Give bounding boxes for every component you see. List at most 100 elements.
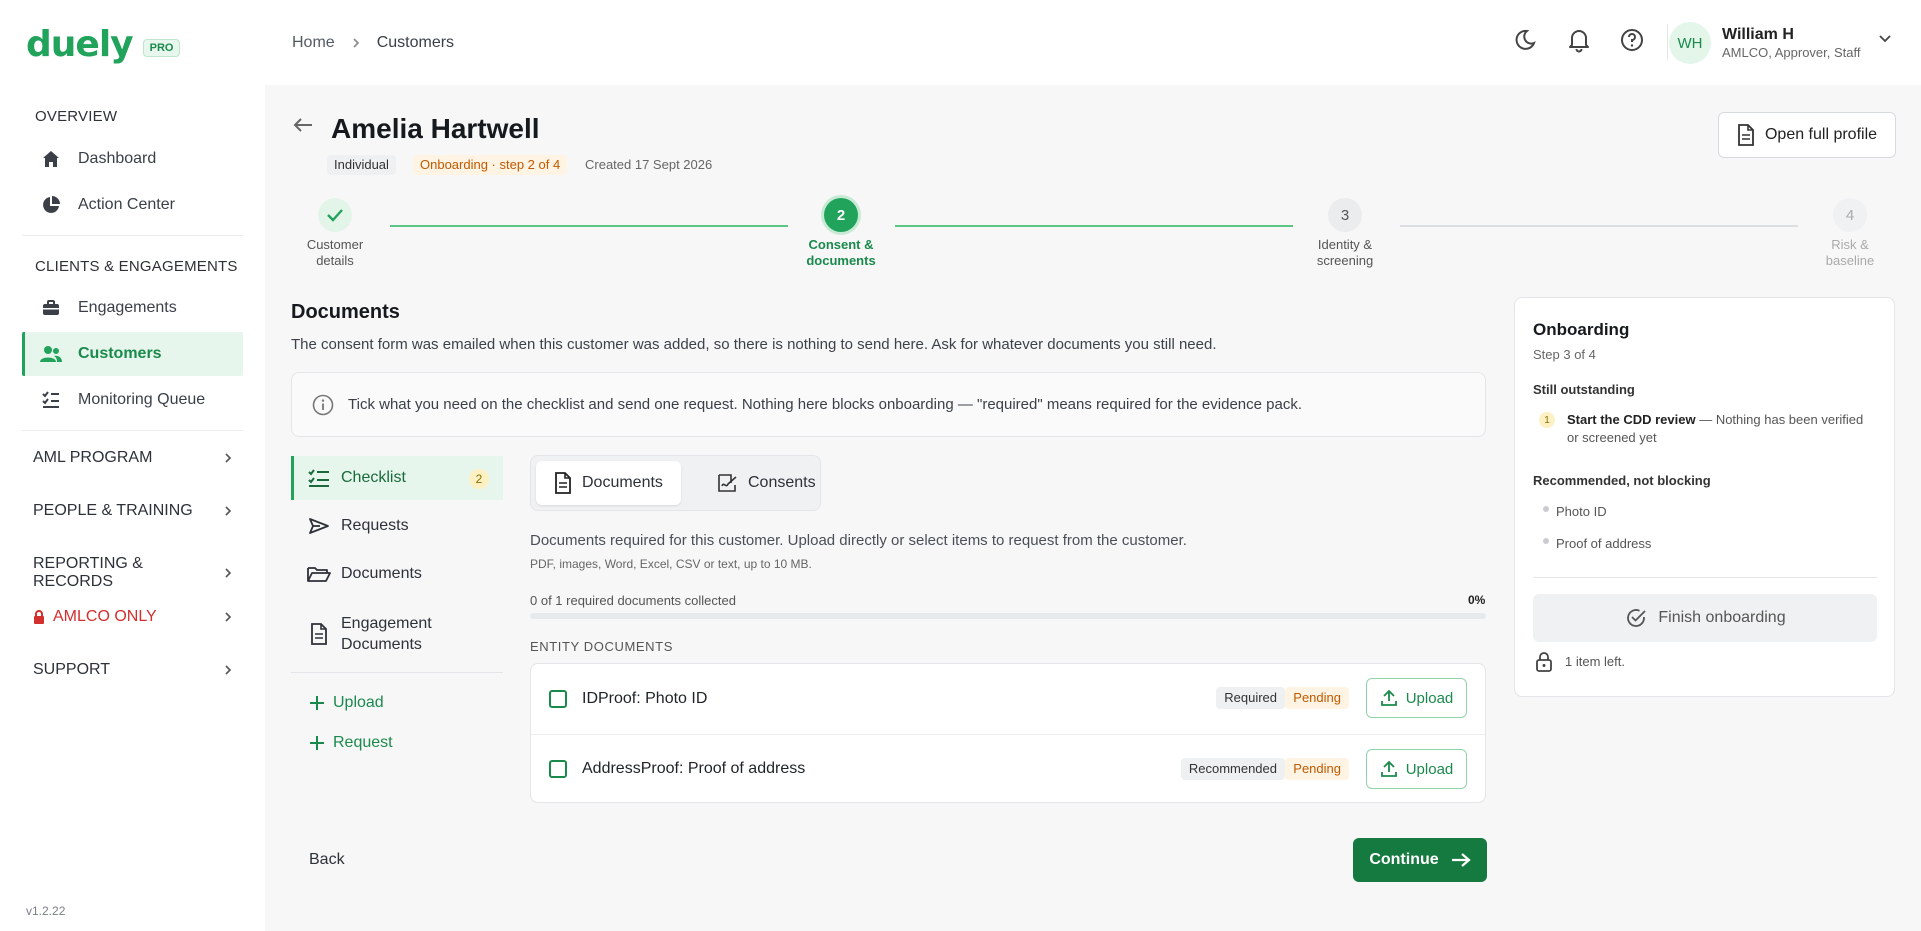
folder-icon bbox=[307, 565, 331, 583]
count-badge: 2 bbox=[469, 469, 489, 489]
tab-consents[interactable]: Consents bbox=[698, 461, 834, 505]
brand-name: duely bbox=[26, 24, 134, 65]
briefcase-icon bbox=[40, 297, 62, 319]
created-date: Created 17 Sept 2026 bbox=[585, 157, 713, 172]
group-label: ENTITY DOCUMENTS bbox=[530, 639, 673, 654]
step-label: Identity & screening bbox=[1316, 237, 1374, 268]
step-label: Customer details bbox=[306, 237, 364, 268]
progress-percent: 0% bbox=[1468, 593, 1486, 607]
step-customer-details[interactable]: Customer details bbox=[280, 198, 390, 269]
document-list: IDProof: Photo ID Required Pending Uploa… bbox=[530, 663, 1486, 803]
panel-divider bbox=[1533, 577, 1877, 578]
app-version: v1.2.22 bbox=[26, 904, 66, 918]
step-identity-screening[interactable]: 3 Identity & screening bbox=[1290, 198, 1400, 269]
subnav-engagement-documents[interactable]: Engagement Documents bbox=[291, 613, 503, 655]
finish-onboarding-label: Finish onboarding bbox=[1658, 609, 1786, 626]
help-icon[interactable] bbox=[1619, 27, 1645, 53]
table-row: IDProof: Photo ID Required Pending Uploa… bbox=[531, 664, 1485, 733]
sidebar-group-support[interactable]: SUPPORT bbox=[33, 661, 233, 679]
sidebar-item-action-center[interactable]: Action Center bbox=[22, 183, 243, 227]
step-number: 2 bbox=[824, 198, 858, 232]
sidebar-item-engagements[interactable]: Engagements bbox=[22, 286, 243, 330]
document-icon bbox=[554, 472, 582, 494]
info-text: Tick what you need on the checklist and … bbox=[348, 396, 1302, 413]
document-icon bbox=[307, 623, 331, 645]
user-roles: AMLCO, Approver, Staff bbox=[1722, 45, 1861, 60]
stepper-connector bbox=[1400, 225, 1798, 227]
upload-button-label: Upload bbox=[1405, 760, 1454, 778]
panel-step: Step 3 of 4 bbox=[1533, 347, 1596, 362]
subnav-checklist[interactable]: Checklist 2 bbox=[291, 456, 503, 500]
step-label: Consent & documents bbox=[806, 237, 876, 268]
check-icon bbox=[318, 198, 352, 232]
progress-label: 0 of 1 required documents collected bbox=[530, 593, 736, 608]
step-label: Risk & baseline bbox=[1825, 237, 1875, 268]
open-full-profile-button[interactable]: Open full profile bbox=[1718, 112, 1896, 158]
sidebar-group-label: REPORTING & RECORDS bbox=[33, 555, 143, 590]
sidebar-item-monitoring-queue[interactable]: Monitoring Queue bbox=[22, 378, 243, 422]
panel-title: Onboarding bbox=[1533, 320, 1630, 339]
page-title: Amelia Hartwell bbox=[331, 113, 540, 144]
check-circle-icon bbox=[1624, 606, 1658, 630]
step-number: 4 bbox=[1833, 198, 1867, 232]
section-description: The consent form was emailed when this c… bbox=[291, 336, 1217, 353]
sidebar-group-people-training[interactable]: PEOPLE & TRAINING bbox=[33, 502, 233, 520]
sidebar-item-dashboard[interactable]: Dashboard bbox=[22, 137, 243, 181]
avatar[interactable]: WH bbox=[1669, 22, 1711, 64]
dark-mode-icon[interactable] bbox=[1512, 27, 1538, 53]
bell-icon[interactable] bbox=[1566, 27, 1592, 53]
finish-onboarding-button[interactable]: Finish onboarding bbox=[1533, 594, 1877, 642]
section-clients: CLIENTS & ENGAGEMENTS bbox=[35, 258, 238, 275]
upload-button[interactable]: Upload bbox=[1366, 749, 1467, 789]
onboarding-panel: Onboarding Step 3 of 4 Still outstanding… bbox=[1514, 297, 1895, 697]
breadcrumb-current: Customers bbox=[376, 34, 455, 51]
info-icon bbox=[312, 394, 348, 416]
sidebar-group-aml-program[interactable]: AML PROGRAM bbox=[33, 449, 233, 467]
upload-button[interactable]: Upload bbox=[1366, 678, 1467, 718]
row-checkbox[interactable] bbox=[549, 760, 567, 778]
subnav-label: Engagement Documents bbox=[341, 615, 432, 653]
recommended-item: Photo ID bbox=[1556, 504, 1607, 519]
customer-type-badge: Individual bbox=[327, 155, 396, 175]
user-name[interactable]: William H bbox=[1722, 26, 1794, 44]
step-consent-documents[interactable]: 2 Consent & documents bbox=[786, 198, 896, 269]
sidebar-divider bbox=[22, 430, 243, 431]
recommended-item: Proof of address bbox=[1556, 536, 1652, 551]
status-badge: Pending bbox=[1285, 758, 1349, 780]
tab-label: Consents bbox=[748, 474, 816, 491]
upload-link[interactable]: Upload bbox=[309, 694, 384, 712]
topbar: Home Customers WH William H AMLCO, Appro… bbox=[265, 0, 1921, 85]
back-button[interactable]: Back bbox=[309, 851, 345, 869]
breadcrumb-home[interactable]: Home bbox=[292, 34, 335, 52]
request-link[interactable]: Request bbox=[309, 734, 393, 752]
row-checkbox[interactable] bbox=[549, 689, 567, 708]
back-arrow-icon[interactable] bbox=[292, 116, 314, 134]
sidebar-group-label: AMLCO ONLY bbox=[53, 608, 157, 625]
sidebar-group-amlco-only[interactable]: AMLCO ONLY bbox=[33, 608, 233, 626]
upload-button-label: Upload bbox=[1405, 689, 1454, 707]
onboarding-status-badge: Onboarding · step 2 of 4 bbox=[413, 155, 568, 175]
sidebar-item-label: Engagements bbox=[78, 299, 177, 316]
chevron-right-icon bbox=[351, 37, 361, 49]
upload-icon bbox=[1380, 760, 1406, 778]
stepper-connector bbox=[895, 225, 1293, 227]
lock-icon bbox=[1535, 651, 1553, 673]
sidebar-group-reporting-records[interactable]: REPORTING & RECORDS bbox=[33, 555, 233, 591]
continue-button[interactable]: Continue bbox=[1353, 838, 1487, 882]
subnav-requests[interactable]: Requests bbox=[291, 517, 503, 535]
subnav-label: Documents bbox=[341, 565, 422, 582]
sidebar-group-label: PEOPLE & TRAINING bbox=[33, 502, 193, 519]
tab-documents[interactable]: Documents bbox=[536, 461, 681, 505]
brand-logo[interactable]: duely PRO bbox=[26, 24, 181, 65]
progress-bar bbox=[530, 613, 1486, 619]
sidebar-item-customers[interactable]: Customers bbox=[22, 332, 243, 376]
outstanding-item[interactable]: Start the CDD review — Nothing has been … bbox=[1567, 411, 1877, 447]
users-icon bbox=[40, 343, 62, 365]
sidebar-group-label: SUPPORT bbox=[33, 661, 111, 678]
chevron-down-icon[interactable] bbox=[1877, 31, 1893, 47]
section-overview: OVERVIEW bbox=[35, 108, 118, 125]
requirement-badge: Recommended bbox=[1180, 758, 1285, 780]
plus-icon bbox=[309, 735, 333, 751]
subnav-documents[interactable]: Documents bbox=[291, 565, 503, 583]
chevron-right-icon bbox=[223, 611, 233, 623]
